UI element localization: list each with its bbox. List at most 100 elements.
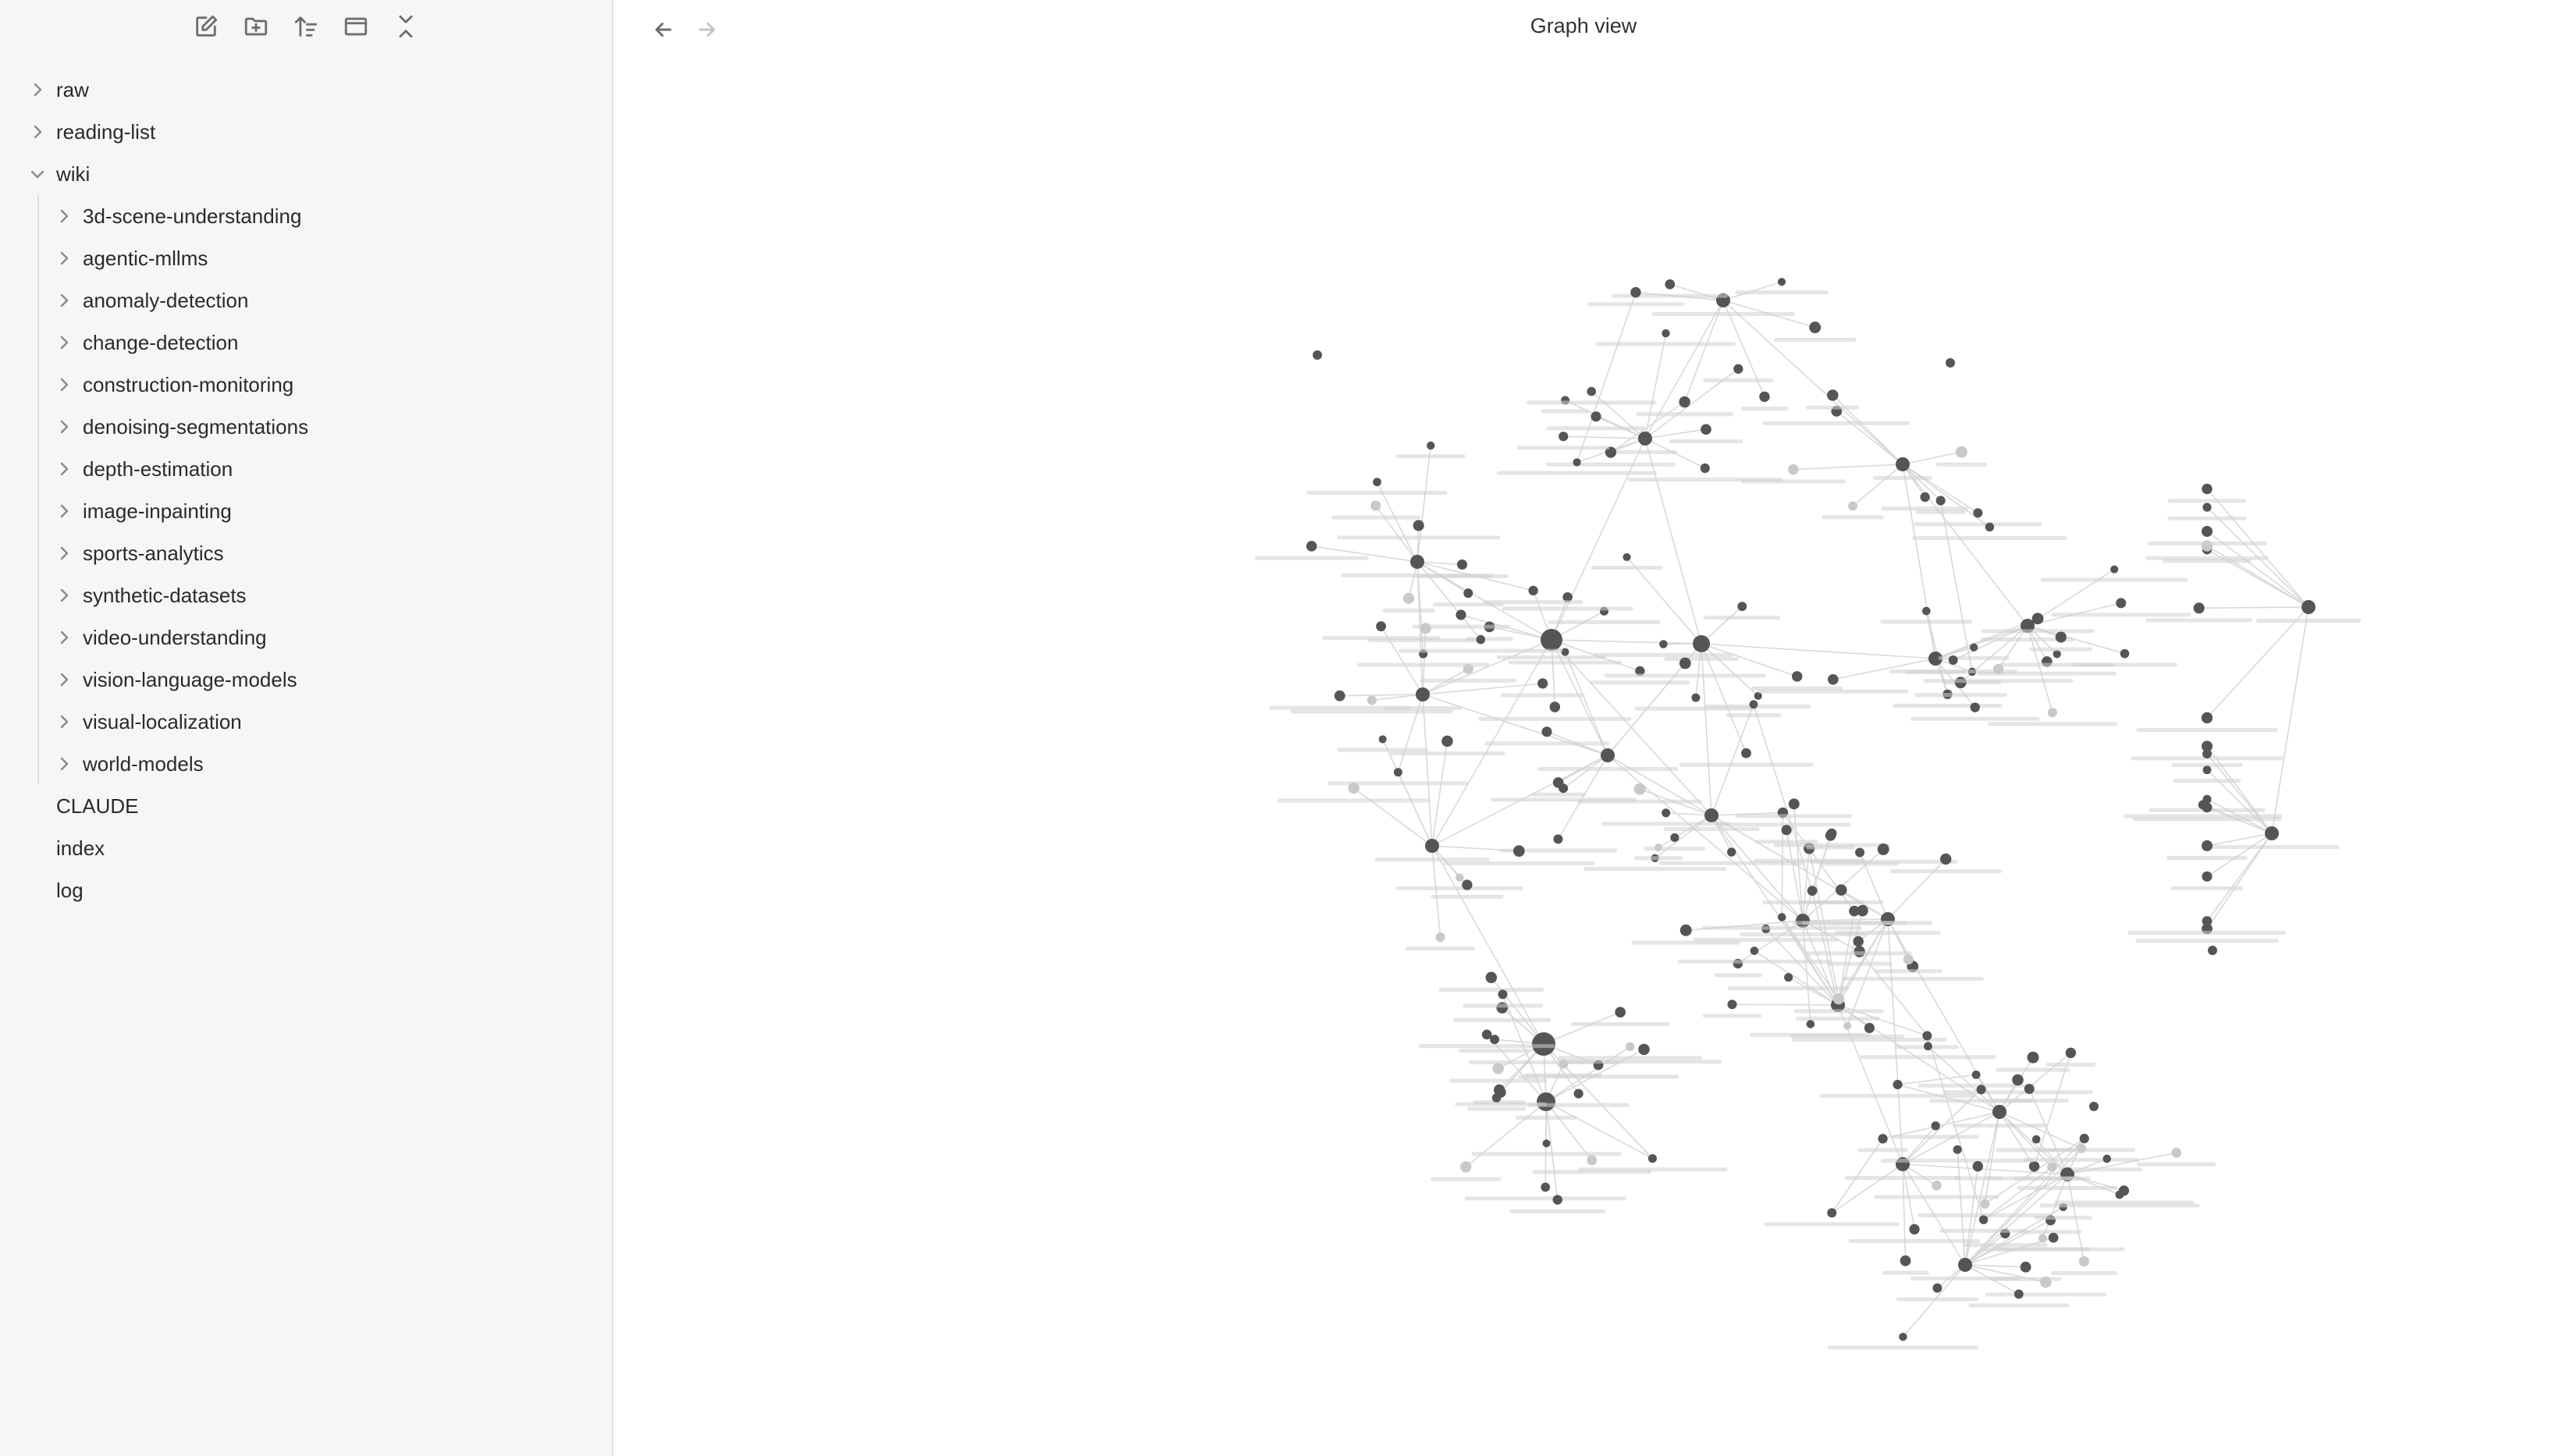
- graph-node[interactable]: [1909, 1223, 1920, 1235]
- graph-node[interactable]: [1903, 954, 1914, 965]
- graph-node[interactable]: [1455, 609, 1466, 620]
- graph-node[interactable]: [1420, 623, 1431, 634]
- graph-node[interactable]: [2201, 840, 2213, 851]
- graph-node[interactable]: [2065, 1047, 2077, 1059]
- file-claude[interactable]: CLAUDE: [0, 785, 613, 827]
- graph-node[interactable]: [1853, 936, 1864, 947]
- graph-node[interactable]: [2048, 1232, 2059, 1243]
- folder-depth-estimation[interactable]: depth-estimation: [0, 448, 613, 490]
- graph-node[interactable]: [1992, 663, 2004, 675]
- graph-node[interactable]: [1980, 1199, 1990, 1209]
- graph-node[interactable]: [1878, 1134, 1888, 1144]
- graph-node[interactable]: [2202, 916, 2213, 926]
- graph-node[interactable]: [1931, 1121, 1940, 1131]
- graph-node[interactable]: [1971, 1070, 1981, 1079]
- graph-node[interactable]: [1456, 559, 1468, 570]
- graph-node[interactable]: [1733, 364, 1743, 374]
- graph-node[interactable]: [1693, 635, 1710, 652]
- graph-node[interactable]: [1877, 843, 1889, 855]
- folder-change-detection[interactable]: change-detection: [0, 321, 613, 364]
- graph-node[interactable]: [2265, 826, 2279, 840]
- graph-node[interactable]: [1376, 621, 1386, 632]
- graph-node[interactable]: [1485, 971, 1498, 984]
- graph-node[interactable]: [1541, 1182, 1551, 1192]
- graph-node[interactable]: [1393, 768, 1402, 777]
- graph-node[interactable]: [1410, 555, 1424, 569]
- graph-node[interactable]: [1976, 1085, 1986, 1095]
- graph-node[interactable]: [2202, 502, 2212, 512]
- graph-node[interactable]: [2031, 1135, 2041, 1144]
- graph-node[interactable]: [2038, 1234, 2047, 1243]
- graph-node[interactable]: [2201, 525, 2213, 538]
- graph-node[interactable]: [1541, 629, 1562, 651]
- graph-node[interactable]: [1623, 552, 1631, 562]
- graph-node[interactable]: [1864, 1022, 1875, 1033]
- graph-node[interactable]: [1825, 830, 1836, 841]
- graph-node[interactable]: [1413, 520, 1424, 531]
- graph-node[interactable]: [1924, 1042, 1932, 1051]
- graph-node[interactable]: [1537, 678, 1548, 689]
- graph-node[interactable]: [2201, 712, 2213, 724]
- graph-node[interactable]: [1313, 350, 1322, 360]
- graph-node[interactable]: [2301, 600, 2316, 614]
- graph-node[interactable]: [1498, 989, 1508, 1000]
- graph-node[interactable]: [1973, 508, 1983, 518]
- graph-node[interactable]: [1573, 458, 1581, 467]
- graph-node[interactable]: [1662, 808, 1671, 818]
- graph-node[interactable]: [1978, 1215, 1989, 1224]
- graph-node[interactable]: [1587, 386, 1597, 396]
- graph-node[interactable]: [1896, 457, 1910, 471]
- graph-node[interactable]: [2078, 1255, 2090, 1267]
- graph-node[interactable]: [1796, 914, 1810, 928]
- graph-node[interactable]: [1670, 833, 1679, 843]
- graph-node[interactable]: [2120, 648, 2130, 659]
- graph-node[interactable]: [1638, 1043, 1650, 1056]
- graph-node[interactable]: [2024, 1084, 2035, 1095]
- folder-visual-localization[interactable]: visual-localization: [0, 701, 613, 743]
- graph-node[interactable]: [1857, 904, 1868, 917]
- graph-node[interactable]: [1791, 671, 1803, 682]
- graph-node[interactable]: [2079, 1134, 2089, 1144]
- graph-node[interactable]: [1836, 884, 1847, 896]
- graph-node[interactable]: [1626, 1042, 1635, 1052]
- graph-node[interactable]: [1537, 1092, 1555, 1111]
- folder-vision-language-models[interactable]: vision-language-models: [0, 659, 613, 701]
- graph-node[interactable]: [1788, 464, 1799, 475]
- graph-node[interactable]: [2027, 1051, 2039, 1064]
- file-index[interactable]: index: [0, 827, 613, 869]
- graph-node[interactable]: [2028, 1161, 2040, 1172]
- graph-node[interactable]: [1481, 1029, 1492, 1040]
- graph-node[interactable]: [1807, 886, 1818, 896]
- graph-node[interactable]: [1832, 993, 1845, 1005]
- graph-node[interactable]: [2202, 483, 2213, 495]
- graph-node[interactable]: [1441, 735, 1453, 748]
- graph-node[interactable]: [1638, 431, 1652, 446]
- graph-node[interactable]: [2014, 1289, 2024, 1299]
- graph-node[interactable]: [1777, 278, 1786, 286]
- graph-node[interactable]: [1573, 1088, 1583, 1099]
- graph-node[interactable]: [1777, 913, 1786, 922]
- graph-node[interactable]: [1633, 783, 1646, 795]
- graph-node[interactable]: [1827, 673, 1839, 685]
- graph-node[interactable]: [2171, 1147, 2182, 1158]
- graph-node[interactable]: [1549, 701, 1561, 712]
- graph-node[interactable]: [2102, 1154, 2112, 1163]
- graph-node[interactable]: [1893, 1079, 1903, 1090]
- graph-node[interactable]: [2047, 1162, 2057, 1172]
- graph-node[interactable]: [1662, 328, 1670, 338]
- graph-node[interactable]: [1492, 1063, 1504, 1074]
- graph-node[interactable]: [1809, 321, 1822, 334]
- graph-node[interactable]: [2020, 1261, 2031, 1273]
- graph-node[interactable]: [1827, 389, 1839, 401]
- graph-node[interactable]: [1784, 973, 1793, 982]
- graph-node[interactable]: [1848, 501, 1858, 511]
- graph-node[interactable]: [1921, 606, 1931, 616]
- graph-node[interactable]: [1367, 695, 1377, 705]
- folder-denoising-segmentations[interactable]: denoising-segmentations: [0, 406, 613, 448]
- graph-node[interactable]: [1972, 1161, 1984, 1172]
- graph-node[interactable]: [2039, 1276, 2052, 1288]
- graph-node[interactable]: [1559, 783, 1569, 794]
- graph-node[interactable]: [1700, 463, 1710, 474]
- graph-node[interactable]: [2110, 565, 2119, 574]
- graph-node[interactable]: [1373, 478, 1381, 487]
